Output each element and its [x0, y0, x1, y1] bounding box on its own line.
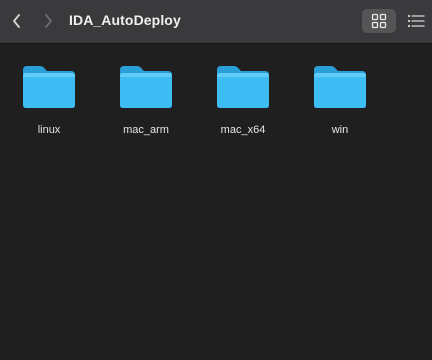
folder-item-linux[interactable]: linux: [4, 59, 94, 139]
folder-item-win[interactable]: win: [295, 59, 385, 139]
grid-icon: [371, 13, 387, 29]
toolbar: IDA_AutoDeploy: [0, 0, 432, 44]
folder-item-mac-x64[interactable]: mac_x64: [198, 59, 288, 139]
back-button[interactable]: [4, 8, 30, 34]
folder-icon: [23, 66, 75, 108]
folder-label: mac_x64: [220, 124, 266, 136]
folder-icon: [217, 66, 269, 108]
folder-label: win: [331, 124, 349, 136]
folder-grid: linux mac_arm mac_x64 win: [0, 45, 432, 360]
folder-icon: [120, 66, 172, 108]
finder-window: IDA_AutoDeploy linux mac_arm mac_x64 win: [0, 0, 432, 360]
folder-icon: [314, 66, 366, 108]
folder-item-mac-arm[interactable]: mac_arm: [101, 59, 191, 139]
list-icon: [407, 14, 425, 28]
chevron-left-icon: [13, 14, 20, 28]
list-view-button[interactable]: [399, 9, 432, 33]
folder-label: linux: [37, 124, 61, 136]
chevron-right-icon: [45, 14, 52, 28]
window-title: IDA_AutoDeploy: [69, 12, 181, 28]
folder-label: mac_arm: [123, 124, 169, 136]
grid-view-button[interactable]: [362, 9, 396, 33]
forward-button[interactable]: [35, 8, 61, 34]
